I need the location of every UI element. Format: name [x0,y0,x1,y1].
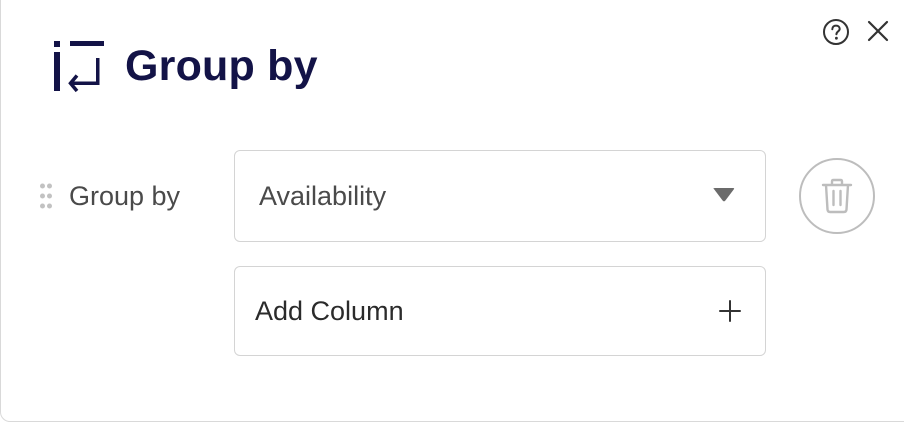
drag-handle-icon[interactable] [37,181,55,211]
group-by-icon [51,38,107,94]
group-by-selected-value: Availability [259,180,387,211]
close-button[interactable] [863,16,893,46]
group-row: Group by [37,176,180,216]
delete-group-button[interactable] [799,158,875,234]
close-icon [867,20,889,42]
add-column-label: Add Column [255,295,404,326]
dialog-header: Group by [51,38,318,94]
help-button[interactable] [822,18,850,46]
dialog-title: Group by [125,41,318,90]
group-by-dialog: Group by Group by Availability Add Colum… [0,0,904,422]
group-by-select[interactable]: Availability [234,150,766,242]
group-row-label: Group by [69,180,181,211]
trash-icon [821,178,853,214]
help-circle-icon [823,19,849,45]
add-column-button[interactable]: Add Column [234,266,766,356]
caret-down-icon [711,186,737,206]
plus-icon [717,298,743,324]
